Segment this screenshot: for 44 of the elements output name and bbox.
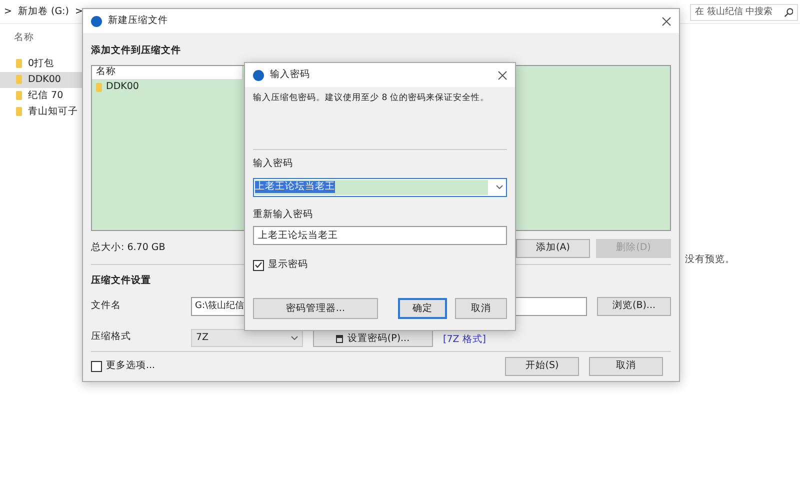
window-title: 新建压缩文件: [108, 15, 168, 27]
format-link[interactable]: [7Z 格式]: [443, 334, 486, 347]
show-password-checkbox[interactable]: 显示密码: [253, 259, 308, 272]
folder-item[interactable]: 0打包: [0, 56, 82, 72]
start-button[interactable]: 开始(S): [505, 356, 579, 376]
field-label: 压缩格式: [91, 330, 132, 344]
chevron-icon[interactable]: >: [74, 6, 83, 18]
ok-button[interactable]: 确定: [398, 298, 448, 320]
search-icon: [784, 8, 793, 17]
preview-text: 没有预览。: [685, 254, 735, 266]
app-icon: [91, 16, 102, 26]
password-manager-button[interactable]: 密码管理器...: [253, 298, 378, 320]
cancel-button[interactable]: 取消: [589, 356, 663, 376]
password-combobox[interactable]: 上老王论坛当老王: [253, 178, 507, 197]
section-heading: 压缩文件设置: [91, 274, 151, 287]
file-row[interactable]: DDK00: [92, 80, 143, 95]
more-options-checkbox[interactable]: 更多选项...: [91, 360, 156, 372]
caret-icon: [496, 185, 503, 190]
close-icon[interactable]: [498, 70, 507, 80]
format-dropdown[interactable]: 7Z: [191, 328, 303, 347]
check-icon: [255, 262, 262, 268]
column-header[interactable]: 名称: [92, 66, 242, 80]
chevron-icon[interactable]: >: [4, 6, 12, 18]
search-field[interactable]: 在 筱山纪信 中搜索: [690, 4, 798, 21]
field-label: 输入密码: [253, 158, 293, 170]
browse-button[interactable]: 浏览(B)...: [597, 296, 671, 316]
window-title: 输入密码: [270, 69, 310, 81]
app-icon: [253, 70, 264, 80]
confirm-password-field[interactable]: 上老王论坛当老王: [253, 226, 507, 246]
cancel-button[interactable]: 取消: [455, 298, 507, 320]
caret-icon: [291, 336, 298, 340]
field-label: 文件名: [91, 300, 122, 312]
field-label: 重新输入密码: [253, 208, 313, 220]
folder-item[interactable]: DDK00: [0, 72, 82, 88]
folder-item[interactable]: 纪信 70: [0, 88, 82, 104]
total-size-text: 总大小: 6.70 GB: [91, 242, 166, 254]
column-header[interactable]: 名称: [0, 30, 48, 46]
description-text: 输入压缩包密码。建议使用至少 8 位的密码来保证安全性。: [253, 93, 489, 104]
close-icon[interactable]: [662, 16, 671, 26]
folder-icon: [96, 82, 102, 92]
breadcrumb-item-link[interactable]: 新加卷 (G:): [18, 6, 69, 18]
section-heading: 添加文件到压缩文件: [91, 44, 181, 57]
folder-item[interactable]: 青山知可子: [0, 104, 82, 120]
add-button[interactable]: 添加(A): [516, 238, 590, 258]
